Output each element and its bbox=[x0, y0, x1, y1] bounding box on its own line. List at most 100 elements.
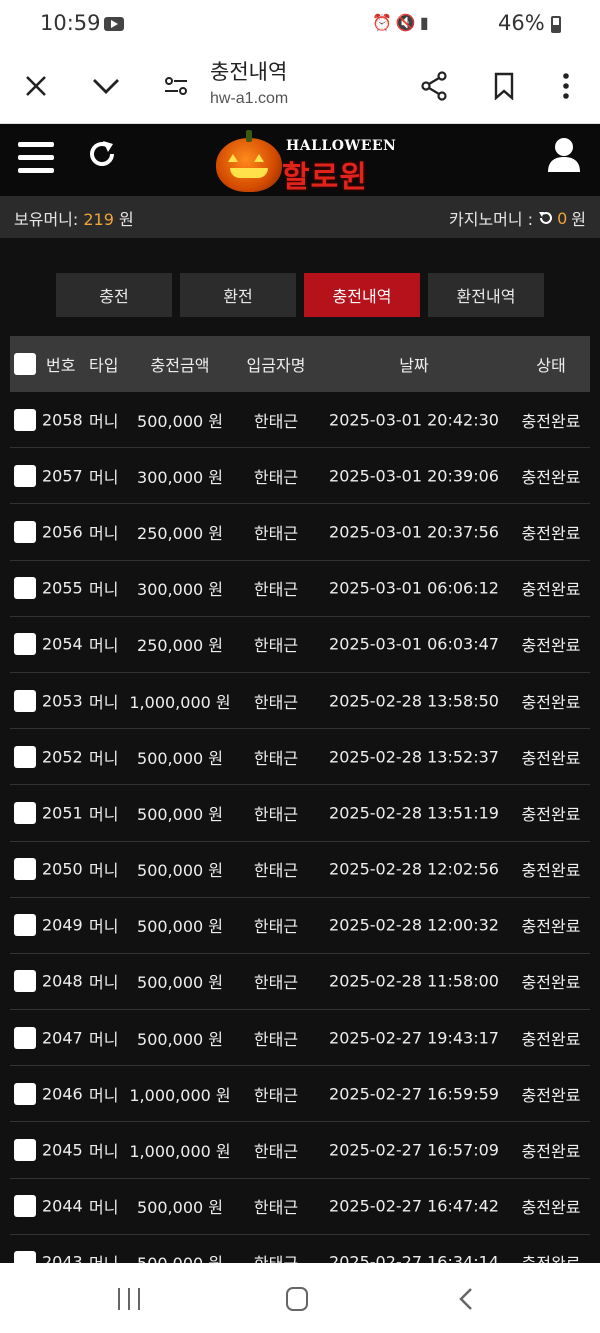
row-status: 충전완료 bbox=[521, 411, 581, 431]
row-checkbox[interactable] bbox=[14, 689, 36, 712]
row-checkbox[interactable] bbox=[14, 1139, 36, 1162]
table-row: 2056 머니 250,000 원 한태근 2025-03-01 20:37:56 충전완… bbox=[10, 504, 590, 561]
logo-text-ko: 할로윈 bbox=[282, 160, 368, 195]
row-depositor: 한태근 bbox=[253, 467, 299, 487]
home-icon[interactable] bbox=[286, 1287, 308, 1311]
row-status: 충전완료 bbox=[521, 1142, 581, 1162]
tab-charge-history[interactable]: 충전내역 bbox=[304, 273, 420, 317]
user-profile-icon[interactable] bbox=[546, 136, 584, 176]
pumpkin-icon bbox=[216, 130, 282, 192]
row-amount: 250,000 원 bbox=[137, 523, 223, 543]
row-checkbox[interactable] bbox=[14, 1082, 36, 1105]
row-checkbox[interactable] bbox=[14, 633, 36, 656]
row-checkbox[interactable] bbox=[14, 914, 36, 937]
row-depositor: 한태근 bbox=[253, 1085, 299, 1105]
back-icon[interactable] bbox=[458, 1287, 474, 1311]
row-status: 충전완료 bbox=[521, 580, 581, 600]
casino-money-label: 카지노머니 : bbox=[449, 210, 534, 229]
holding-money-unit: 원 bbox=[119, 210, 134, 229]
row-depositor: 한태근 bbox=[253, 1029, 299, 1049]
table-row: 2053 머니 1,000,000 원 한태근 2025-02-28 13:58:50 충… bbox=[10, 673, 590, 730]
site-logo[interactable]: HALLOWEEN 할로윈 bbox=[214, 128, 396, 195]
row-no: 2054 bbox=[42, 634, 83, 654]
row-date: 2025-02-28 13:58:50 bbox=[329, 691, 499, 711]
row-amount: 500,000 원 bbox=[137, 861, 223, 881]
row-checkbox[interactable] bbox=[14, 745, 36, 768]
charge-history-table: 번호 타입 충전금액 입금자명 날짜 상태 2058 머니 500,000 원 한태근… bbox=[10, 336, 590, 1291]
row-status: 충전완료 bbox=[521, 917, 581, 937]
page-url[interactable]: hw-a1.com bbox=[210, 90, 288, 108]
row-amount: 1,000,000 원 bbox=[129, 692, 231, 712]
tab-charge[interactable]: 충전 bbox=[56, 273, 172, 317]
row-status: 충전완료 bbox=[521, 1198, 581, 1218]
row-date: 2025-02-27 16:59:59 bbox=[329, 1084, 499, 1104]
row-no: 2045 bbox=[42, 1140, 83, 1160]
row-type: 머니 bbox=[89, 748, 119, 768]
casino-refresh-icon[interactable] bbox=[537, 210, 553, 226]
row-no: 2051 bbox=[42, 803, 83, 823]
close-icon[interactable] bbox=[12, 62, 60, 110]
row-no: 2055 bbox=[42, 578, 83, 598]
money-bar: 보유머니: 219 원 카지노머니 : 0 원 bbox=[0, 196, 600, 238]
mute-icon: 🔇 bbox=[395, 13, 420, 32]
row-amount: 300,000 원 bbox=[137, 580, 223, 600]
recent-apps-icon[interactable] bbox=[118, 1288, 140, 1310]
table-row: 2058 머니 500,000 원 한태근 2025-03-01 20:42:30 충전완… bbox=[10, 392, 590, 449]
table-row: 2046 머니 1,000,000 원 한태근 2025-02-27 16:59:59 충… bbox=[10, 1066, 590, 1123]
row-type: 머니 bbox=[89, 523, 119, 543]
site-settings-icon[interactable] bbox=[152, 62, 200, 110]
share-icon[interactable] bbox=[410, 62, 458, 110]
row-checkbox[interactable] bbox=[14, 577, 36, 600]
row-amount: 500,000 원 bbox=[137, 917, 223, 937]
status-icons: ⏰🔇▮ bbox=[372, 13, 433, 32]
table-body: 2058 머니 500,000 원 한태근 2025-03-01 20:42:30 충전완… bbox=[10, 392, 590, 1291]
bookmark-icon[interactable] bbox=[480, 62, 528, 110]
refresh-icon[interactable] bbox=[86, 138, 122, 178]
row-no: 2049 bbox=[42, 915, 83, 935]
row-no: 2046 bbox=[42, 1084, 83, 1104]
battery-percent: 46% bbox=[498, 11, 545, 35]
row-type: 머니 bbox=[89, 1142, 119, 1162]
row-amount: 500,000 원 bbox=[137, 804, 223, 824]
row-date: 2025-02-28 13:51:19 bbox=[329, 803, 499, 823]
row-date: 2025-02-28 11:58:00 bbox=[329, 971, 499, 991]
row-checkbox[interactable] bbox=[14, 408, 36, 431]
row-checkbox[interactable] bbox=[14, 970, 36, 993]
row-checkbox[interactable] bbox=[14, 801, 36, 824]
select-all-checkbox[interactable] bbox=[14, 353, 36, 375]
row-status: 충전완료 bbox=[521, 861, 581, 881]
row-depositor: 한태근 bbox=[253, 523, 299, 543]
row-checkbox[interactable] bbox=[14, 858, 36, 881]
row-checkbox[interactable] bbox=[14, 1026, 36, 1049]
row-checkbox[interactable] bbox=[14, 520, 36, 543]
row-date: 2025-03-01 06:03:47 bbox=[329, 634, 499, 654]
holding-money: 보유머니: 219 원 bbox=[14, 206, 134, 230]
row-no: 2053 bbox=[42, 691, 83, 711]
row-date: 2025-02-27 19:43:17 bbox=[329, 1028, 499, 1048]
more-menu-icon[interactable] bbox=[542, 62, 590, 110]
hamburger-menu-icon[interactable] bbox=[18, 142, 54, 174]
row-amount: 500,000 원 bbox=[137, 411, 223, 431]
status-bar: 10:59 ⏰🔇▮ 46% bbox=[0, 0, 600, 50]
row-depositor: 한태근 bbox=[253, 861, 299, 881]
row-no: 2056 bbox=[42, 522, 83, 542]
row-status: 충전완료 bbox=[521, 748, 581, 768]
signal-icon: ▮ bbox=[419, 13, 433, 32]
table-row: 2047 머니 500,000 원 한태근 2025-02-27 19:43:17 충전완… bbox=[10, 1010, 590, 1067]
header-no: 번호 bbox=[46, 356, 76, 375]
chevron-down-icon[interactable] bbox=[82, 62, 130, 110]
row-checkbox[interactable] bbox=[14, 464, 36, 487]
table-row: 2052 머니 500,000 원 한태근 2025-02-28 13:52:37 충전완… bbox=[10, 729, 590, 786]
holding-money-value: 219 bbox=[83, 210, 114, 229]
row-amount: 1,000,000 원 bbox=[129, 1142, 231, 1162]
row-checkbox[interactable] bbox=[14, 1195, 36, 1218]
tab-exchange-history[interactable]: 환전내역 bbox=[428, 273, 544, 317]
status-time: 10:59 bbox=[40, 11, 101, 35]
row-type: 머니 bbox=[89, 411, 119, 431]
row-amount: 250,000 원 bbox=[137, 636, 223, 656]
row-type: 머니 bbox=[89, 973, 119, 993]
row-depositor: 한태근 bbox=[253, 1198, 299, 1218]
tab-exchange[interactable]: 환전 bbox=[180, 273, 296, 317]
alarm-icon: ⏰ bbox=[372, 13, 396, 32]
system-nav-bar bbox=[0, 1263, 600, 1333]
